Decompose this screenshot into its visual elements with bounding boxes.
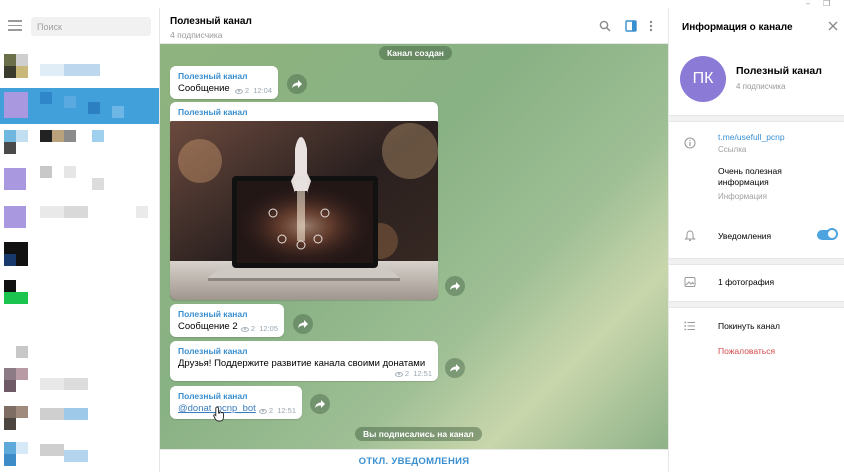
message-author[interactable]: Полезный канал bbox=[178, 345, 430, 357]
channel-name: Полезный канал bbox=[736, 65, 822, 77]
search-input[interactable] bbox=[31, 17, 151, 36]
channel-link-label: Ссылка bbox=[718, 145, 747, 154]
chat-header[interactable]: Полезный канал 4 подписчика bbox=[160, 8, 668, 44]
forward-icon bbox=[315, 400, 325, 408]
bell-icon bbox=[684, 230, 696, 241]
message-bubble[interactable]: Полезный канал Сообщение 2 12:04 bbox=[170, 66, 278, 99]
photo-icon bbox=[684, 277, 696, 287]
close-icon[interactable] bbox=[828, 21, 838, 31]
info-panel-title: Информация о канале bbox=[682, 22, 793, 33]
message-bubble[interactable]: Полезный канал Сообщение 2 2 12:05 bbox=[170, 304, 284, 337]
report-button[interactable]: Пожаловаться bbox=[718, 346, 775, 356]
hand-cursor-icon bbox=[213, 406, 224, 422]
chat-list-item[interactable] bbox=[0, 202, 159, 238]
forward-button[interactable] bbox=[445, 276, 465, 296]
more-options-icon[interactable] bbox=[649, 20, 653, 32]
section-divider bbox=[669, 115, 844, 122]
views-icon bbox=[234, 88, 243, 94]
chat-list-item-active[interactable] bbox=[0, 88, 159, 124]
chat-list-sidebar bbox=[0, 8, 160, 472]
forward-icon bbox=[450, 282, 460, 290]
message-photo[interactable] bbox=[170, 121, 438, 300]
leave-channel-button[interactable]: Покинуть канал bbox=[718, 321, 780, 332]
channel-avatar[interactable]: ПК bbox=[680, 56, 726, 102]
message-meta: 2 12:05 bbox=[240, 324, 278, 333]
message-text: Друзья! Поддержите развитие канала своим… bbox=[178, 358, 426, 369]
message-bubble-photo[interactable]: Полезный канал bbox=[170, 102, 438, 300]
search-icon[interactable] bbox=[599, 20, 611, 32]
forward-icon bbox=[298, 320, 308, 328]
message-history[interactable]: Канал создан Полезный канал Сообщение 2 … bbox=[160, 44, 668, 449]
message-author[interactable]: Полезный канал bbox=[178, 390, 294, 402]
hamburger-menu-icon[interactable] bbox=[8, 20, 22, 32]
message-meta: 2 12:51 bbox=[394, 369, 432, 378]
chat-list-item[interactable] bbox=[0, 164, 159, 200]
chat-list-item[interactable] bbox=[0, 366, 159, 402]
minimize-button[interactable]: – bbox=[806, 0, 810, 8]
chat-list-item[interactable] bbox=[0, 278, 159, 314]
forward-button[interactable] bbox=[310, 394, 330, 414]
chat-list-item[interactable] bbox=[0, 240, 159, 276]
notifications-label: Уведомления bbox=[718, 231, 772, 241]
section-divider bbox=[669, 258, 844, 265]
forward-button[interactable] bbox=[445, 358, 465, 378]
message-author[interactable]: Полезный канал bbox=[178, 70, 270, 82]
service-message-subscribed: Вы подписались на канал bbox=[355, 427, 482, 441]
notifications-toggle[interactable] bbox=[817, 228, 838, 240]
channel-description: информация bbox=[718, 177, 769, 187]
photos-count[interactable]: 1 фотография bbox=[718, 277, 774, 288]
chat-subscribers-count: 4 подписчика bbox=[170, 30, 223, 40]
chat-list-item[interactable] bbox=[0, 404, 159, 440]
laptop-rocket-image bbox=[170, 121, 438, 300]
views-icon bbox=[258, 408, 267, 414]
message-meta: 2 12:51 bbox=[258, 406, 296, 415]
message-bubble[interactable]: Полезный канал @donat_pcnp_bot 2 12:51 bbox=[170, 386, 302, 419]
channel-info-panel: Информация о канале ПК Полезный канал 4 … bbox=[668, 8, 844, 472]
forward-icon bbox=[450, 364, 460, 372]
forward-button[interactable] bbox=[287, 74, 307, 94]
chat-list-item[interactable] bbox=[0, 52, 159, 88]
forward-icon bbox=[292, 80, 302, 88]
message-bubble[interactable]: Полезный канал Друзья! Поддержите развит… bbox=[170, 341, 438, 381]
sidebar-toggle-icon[interactable] bbox=[625, 20, 637, 32]
chat-footer: ОТКЛ. УВЕДОМЛЕНИЯ bbox=[160, 449, 668, 472]
channel-link[interactable]: t.me/usefull_pcnp bbox=[718, 132, 785, 142]
views-icon bbox=[240, 326, 249, 332]
window-titlebar: – ❐ bbox=[0, 0, 844, 8]
service-message-created: Канал создан bbox=[379, 46, 452, 60]
message-author[interactable]: Полезный канал bbox=[170, 102, 438, 118]
info-icon bbox=[684, 137, 696, 149]
chat-list-item[interactable] bbox=[0, 126, 159, 162]
channel-subscribers: 4 подписчика bbox=[736, 82, 786, 91]
views-icon bbox=[394, 371, 403, 377]
mute-notifications-button[interactable]: ОТКЛ. УВЕДОМЛЕНИЯ bbox=[359, 456, 470, 467]
maximize-button[interactable]: ❐ bbox=[823, 0, 830, 8]
channel-description-label: Информация bbox=[718, 192, 767, 201]
message-author[interactable]: Полезный канал bbox=[178, 308, 276, 320]
forward-button[interactable] bbox=[293, 314, 313, 334]
chat-list-item[interactable] bbox=[0, 440, 159, 472]
section-divider bbox=[669, 301, 844, 308]
channel-description: Очень полезная bbox=[718, 166, 782, 176]
message-meta: 2 12:04 bbox=[234, 86, 272, 95]
chat-title[interactable]: Полезный канал bbox=[170, 16, 252, 27]
list-icon bbox=[684, 321, 695, 331]
